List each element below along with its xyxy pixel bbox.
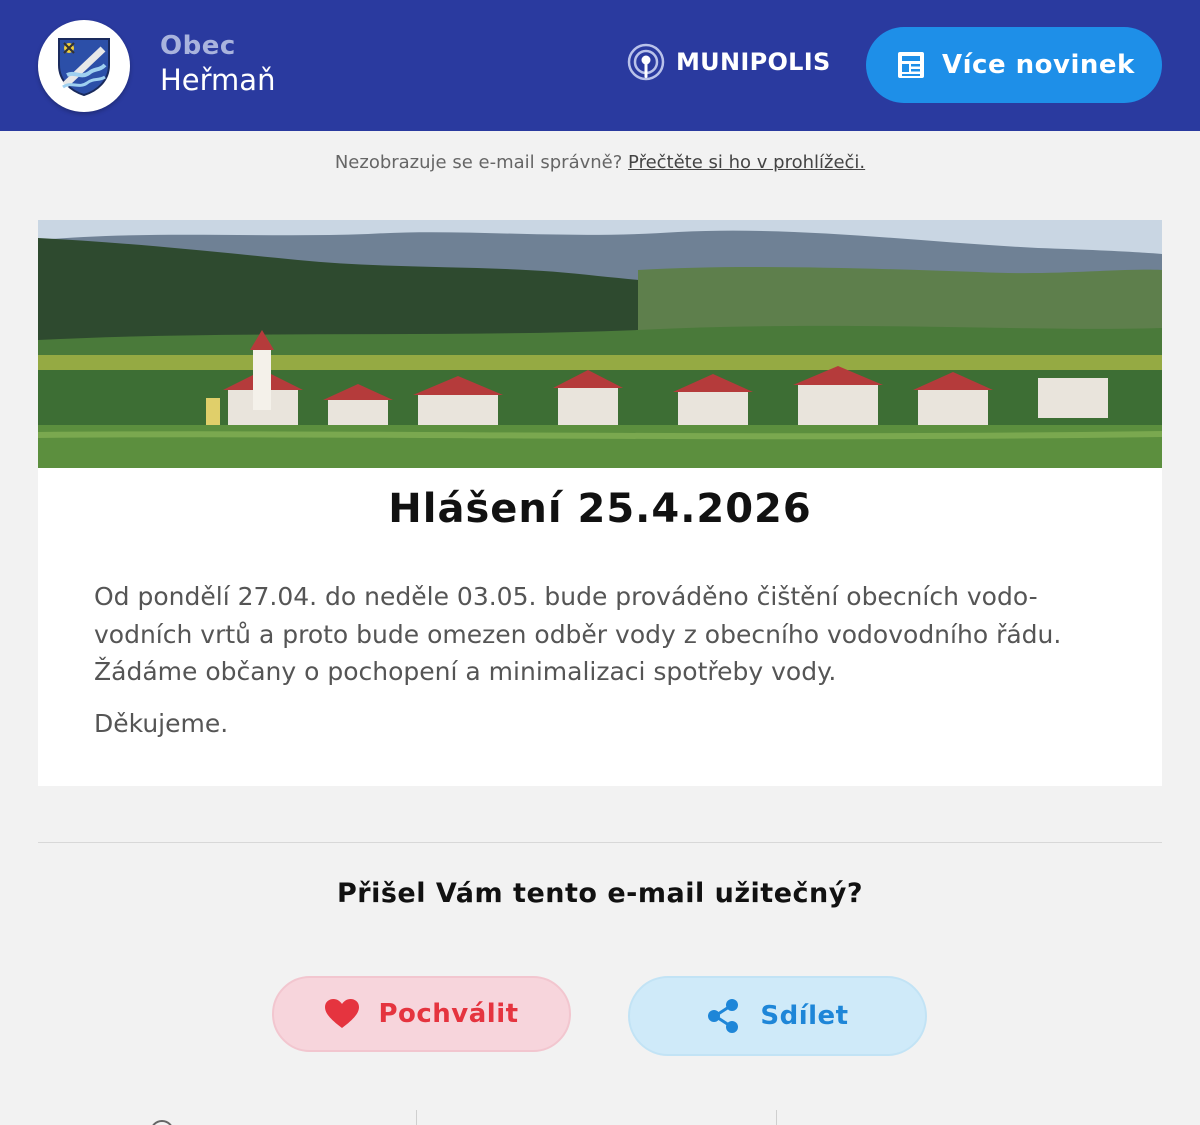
article-title: Hlášení 25.4.2026 bbox=[388, 486, 812, 532]
footer-icon[interactable] bbox=[150, 1120, 174, 1125]
town-name-block: Obec Heřmaň bbox=[160, 30, 275, 98]
praise-button[interactable]: Pochválit bbox=[272, 976, 571, 1052]
praise-label: Pochválit bbox=[378, 999, 519, 1029]
article-body: Od pondělí 27.04. do neděle 03.05. bude … bbox=[94, 582, 1062, 686]
footer-separator bbox=[416, 1110, 417, 1125]
browser-note: Nezobrazuje se e-mail správně? Přečtěte … bbox=[0, 152, 1200, 173]
feedback-question: Přišel Vám tento e-mail užitečný? bbox=[336, 878, 864, 909]
article-thanks: Děkujeme. bbox=[94, 709, 229, 738]
share-icon bbox=[708, 999, 739, 1033]
town-kind: Obec bbox=[160, 31, 236, 61]
town-name: Heřmaň bbox=[160, 63, 276, 97]
view-in-browser-link[interactable]: Přečtěte si ho v prohlížeči. bbox=[628, 152, 865, 173]
brand-label: MUNIPOLIS bbox=[676, 48, 831, 76]
newspaper-icon bbox=[898, 52, 924, 78]
header: Obec Heřmaň MUNIPOLIS Více novinek bbox=[0, 0, 1200, 131]
share-label: Sdílet bbox=[760, 1001, 849, 1031]
town-logo[interactable] bbox=[38, 20, 130, 112]
coat-of-arms-icon bbox=[58, 38, 110, 97]
footer-separator bbox=[776, 1110, 777, 1125]
heart-icon bbox=[325, 999, 360, 1028]
divider bbox=[38, 842, 1162, 843]
share-button[interactable]: Sdílet bbox=[628, 976, 927, 1056]
hero-image bbox=[38, 220, 1162, 468]
munipolis-signal-icon bbox=[627, 43, 665, 81]
munipolis-brand[interactable]: MUNIPOLIS bbox=[626, 42, 831, 82]
village-panorama-image bbox=[38, 220, 1162, 468]
more-news-label: Více novinek bbox=[942, 50, 1135, 80]
browser-note-text: Nezobrazuje se e-mail správně? bbox=[334, 152, 623, 173]
more-news-button[interactable]: Více novinek bbox=[866, 27, 1162, 103]
